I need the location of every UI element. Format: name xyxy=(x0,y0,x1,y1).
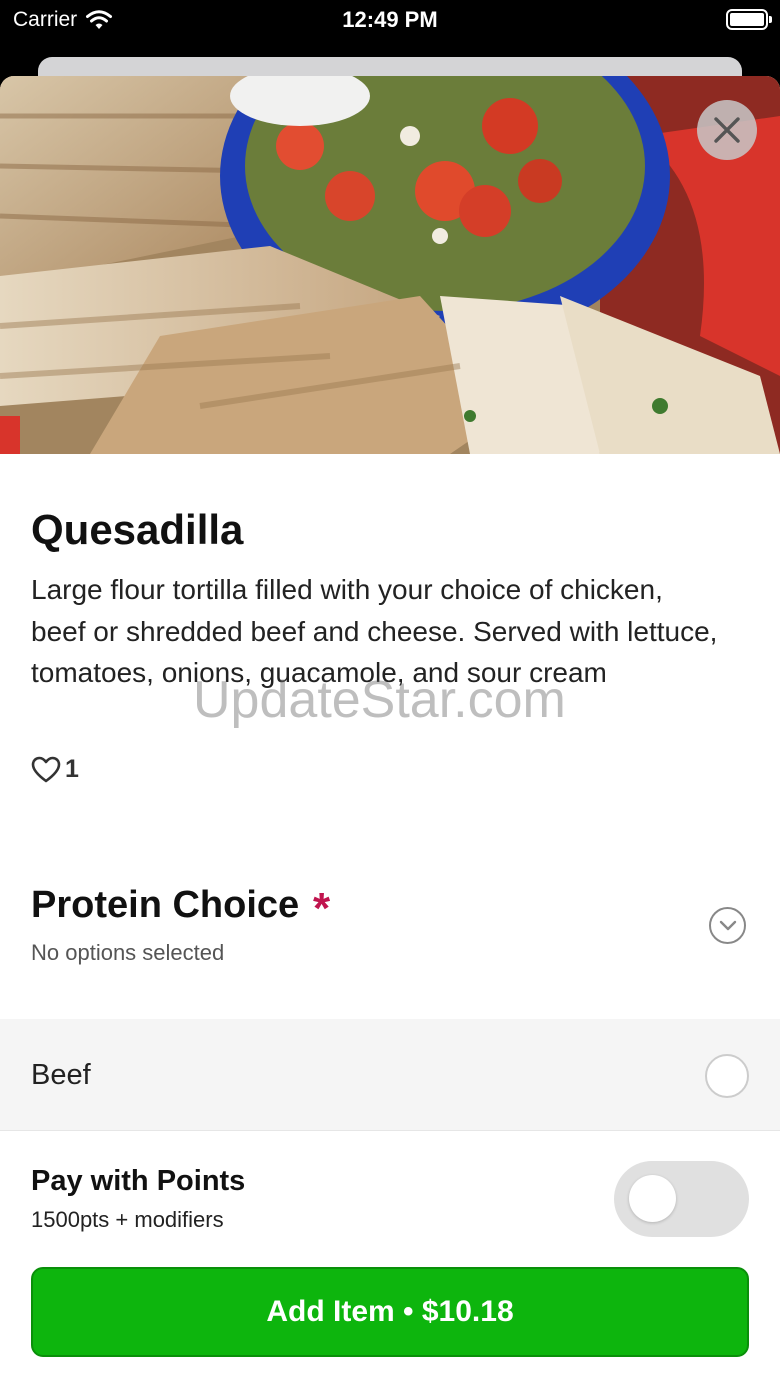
heart-icon xyxy=(31,756,61,782)
like-count: 1 xyxy=(65,755,79,783)
option-label: Beef xyxy=(31,1059,91,1091)
chevron-down-icon xyxy=(719,920,736,930)
status-time: 12:49 PM xyxy=(342,7,438,32)
add-item-button[interactable]: Add Item • $10.18 xyxy=(31,1267,749,1357)
toggle-knob xyxy=(629,1175,676,1222)
required-indicator: * xyxy=(313,884,331,933)
close-icon xyxy=(714,117,740,143)
pay-with-points-toggle[interactable] xyxy=(614,1161,749,1237)
item-photo xyxy=(0,76,780,454)
order-footer: Pay with Points 1500pts + modifiers Add … xyxy=(0,1130,780,1387)
item-detail-sheet: Quesadilla Large flour tortilla filled w… xyxy=(0,76,780,1387)
item-description: Large flour tortilla filled with your ch… xyxy=(31,574,718,688)
protein-choice-header[interactable]: Protein Choice * No options selected xyxy=(0,866,780,1016)
like-button[interactable]: 1 xyxy=(31,755,79,784)
expand-button[interactable] xyxy=(709,907,746,944)
item-title: Quesadilla xyxy=(31,506,244,553)
pay-with-points-subtitle: 1500pts + modifiers xyxy=(31,1207,224,1232)
close-button[interactable] xyxy=(697,100,757,160)
option-beef[interactable]: Beef xyxy=(0,1019,780,1132)
battery-icon xyxy=(726,9,772,30)
pay-with-points-title: Pay with Points xyxy=(31,1165,246,1197)
section-subtitle: No options selected xyxy=(31,940,225,965)
section-title: Protein Choice xyxy=(31,884,300,926)
status-bar: Carrier 12:49 PM xyxy=(0,0,780,40)
option-radio[interactable] xyxy=(705,1054,749,1098)
